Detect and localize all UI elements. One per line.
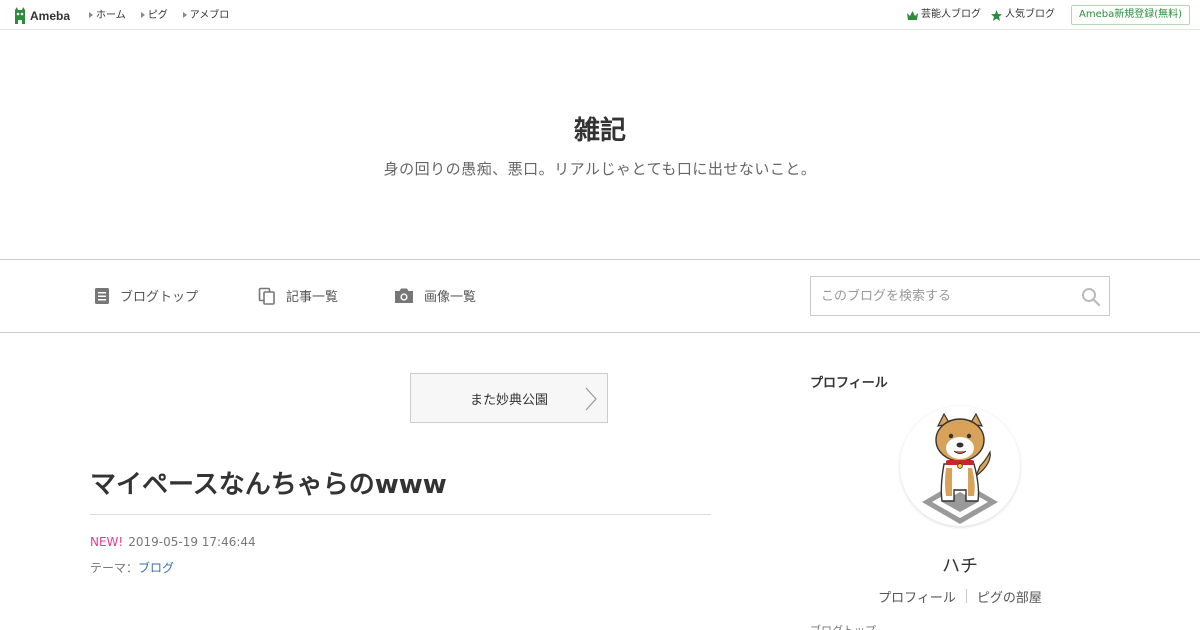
theme-link[interactable]: ブログ — [138, 561, 174, 575]
blog-nav: ブログトップ 記事一覧 画像一覧 — [0, 259, 1200, 333]
profile-name[interactable]: ハチ — [810, 552, 1110, 578]
global-nav-home[interactable]: ホーム — [88, 9, 126, 22]
nav-blog-top-label: ブログトップ — [120, 290, 199, 305]
popular-blog-link[interactable]: 人気ブログ — [990, 5, 1055, 25]
entry-theme: テーマ：ブログ — [90, 559, 174, 576]
theme-prefix: テーマ： — [90, 561, 139, 575]
entry-divider — [90, 514, 711, 515]
entry-title[interactable]: マイペースなんちゃらのwww — [90, 464, 447, 501]
nav-entry-list[interactable]: 記事一覧 — [258, 286, 338, 305]
nav-image-list[interactable]: 画像一覧 — [394, 286, 476, 305]
copy-icon — [258, 287, 275, 305]
blog-description: 身の回りの愚痴、悪口。リアルじゃとても口に出せないこと。 — [383, 160, 817, 178]
search-icon[interactable] — [1081, 287, 1101, 307]
avatar[interactable] — [900, 406, 1020, 526]
search-input[interactable] — [811, 277, 1076, 315]
profile-links: プロフィール ピグの部屋 — [810, 587, 1110, 606]
entry-datetime: 2019-05-19 17:46:44 — [128, 535, 256, 549]
dog-avatar-icon — [922, 412, 998, 524]
logo-text: Ameba — [30, 8, 71, 23]
next-entry-button[interactable]: また妙典公園 — [410, 373, 608, 423]
ameba-mascot-icon — [15, 6, 25, 24]
blog-title[interactable]: 雑記 — [0, 110, 1200, 147]
camera-icon — [395, 288, 413, 303]
profile-link[interactable]: プロフィール — [868, 587, 966, 606]
star-icon — [990, 9, 1002, 21]
global-nav-pigg[interactable]: ピグ — [140, 9, 168, 22]
global-nav: ホーム ピグ アメブロ — [88, 9, 243, 22]
nav-entry-list-label: 記事一覧 — [286, 290, 339, 305]
nav-blog-top[interactable]: ブログトップ — [94, 286, 198, 305]
popular-blog-label: 人気ブログ — [1004, 9, 1055, 20]
celebrity-blog-link[interactable]: 芸能人ブログ — [906, 5, 981, 25]
blog-search — [810, 276, 1110, 316]
profile-heading: プロフィール — [810, 376, 888, 391]
header-right: 芸能人ブログ 人気ブログ Ameba新規登録(無料) — [906, 5, 1190, 25]
nav-image-list-label: 画像一覧 — [424, 290, 477, 305]
next-entry-label: また妙典公園 — [469, 392, 548, 408]
ameba-logo[interactable]: Ameba — [13, 6, 70, 25]
global-nav-ameblo[interactable]: アメブロ — [182, 9, 229, 22]
new-badge: NEW! — [90, 535, 124, 549]
entry-meta: NEW! 2019-05-19 17:46:44 — [90, 535, 256, 549]
global-header: Ameba ホーム ピグ アメブロ 芸能人ブログ 人気ブログ Ameba新規登録… — [0, 0, 1200, 30]
chevron-right-icon — [585, 387, 597, 411]
crown-icon — [906, 10, 918, 20]
blog-header: 雑記 身の回りの愚痴、悪口。リアルじゃとても口に出せないこと。 — [0, 30, 1200, 260]
sidebar-more-text[interactable]: ブログトップ — [810, 622, 876, 630]
pigg-room-link[interactable]: ピグの部屋 — [967, 587, 1052, 606]
celebrity-blog-label: 芸能人ブログ — [920, 9, 981, 20]
register-button[interactable]: Ameba新規登録(無料) — [1070, 5, 1190, 25]
document-icon — [95, 287, 109, 304]
